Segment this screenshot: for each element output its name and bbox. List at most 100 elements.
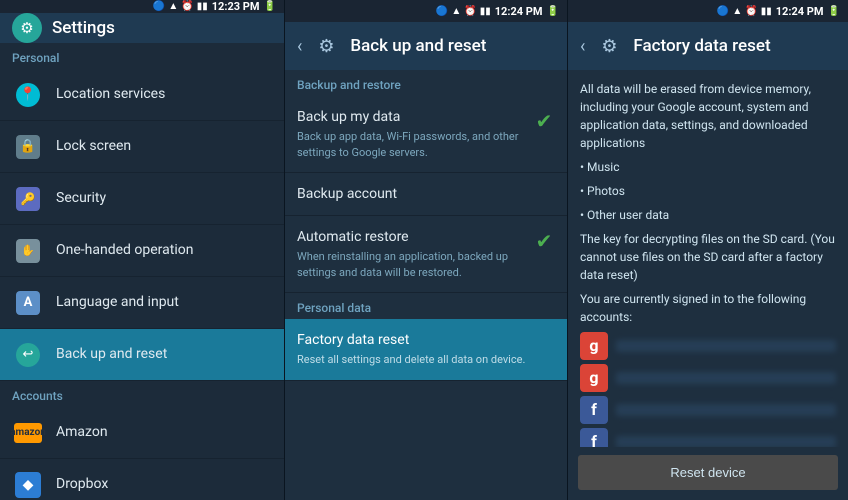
bt-icon-mid: 🔵 [436,6,448,17]
alarm-icon-mid: ⏰ [464,6,476,17]
settings-panel: 🔵 ▲ ⏰ ▮▮ 12:23 PM 🔋 ⚙ Settings Personal … [0,0,284,500]
language-icon-wrap: A [12,287,44,319]
amazon-item-text: Amazon [56,423,272,441]
security-icon: 🔑 [16,187,40,211]
dropbox-item-title: Dropbox [56,475,272,493]
security-item-title: Security [56,189,272,207]
factory-reset-item[interactable]: Factory data reset Reset all settings an… [285,319,567,381]
wifi-icon-right: ▲ [732,6,742,17]
battery-icon-left: 🔋 [264,1,276,12]
location-icon: 📍 [16,83,40,107]
lock-item-title: Lock screen [56,137,272,155]
sidebar-item-security[interactable]: 🔑 Security [0,173,284,225]
bt-icon: 🔵 [153,1,165,12]
factory-reset-text: Factory data reset Reset all settings an… [297,331,555,368]
dropbox-item-text: Dropbox [56,475,272,493]
auto-restore-checkbox[interactable]: ✔ [533,230,555,252]
gear-icon-right: ⚙ [595,32,623,60]
account-email-0 [616,340,836,352]
bt-icon-right: 🔵 [717,6,729,17]
facebook-account-icon-0: f [580,396,608,424]
status-icons-mid: 🔵 ▲ ⏰ ▮▮ [436,6,491,17]
google-account-icon-1: g [580,364,608,392]
sd-card-text: The key for decrypting files on the SD c… [580,230,836,284]
signal-icon-mid: ▮▮ [480,6,491,17]
signal-icon-right: ▮▮ [761,6,772,17]
accounts-intro-text: You are currently signed in to the follo… [580,290,836,326]
account-email-3 [616,436,836,447]
account-row-3: f [580,428,836,447]
backup-account-title: Backup account [297,185,555,203]
backup-my-data-text: Back up my data Back up app data, Wi-Fi … [297,108,523,160]
onehanded-item-title: One-handed operation [56,241,272,259]
auto-restore-subtitle: When reinstalling an application, backed… [297,249,523,280]
language-item-title: Language and input [56,293,272,311]
gear-icon-mid: ⚙ [312,32,340,60]
backup-item-text: Back up and reset [56,345,272,363]
auto-restore-title: Automatic restore [297,228,523,246]
wifi-icon-mid: ▲ [451,6,461,17]
factory-reset-panel: 🔵 ▲ ⏰ ▮▮ 12:24 PM 🔋 ‹ ⚙ Factory data res… [567,0,848,500]
status-time-right: 12:24 PM [776,5,824,18]
account-row-0: g [580,332,836,360]
factory-reset-subtitle: Reset all settings and delete all data o… [297,352,555,367]
personal-section-label: Personal [0,43,284,69]
sidebar-item-location[interactable]: 📍 Location services [0,69,284,121]
battery-icon-mid: 🔋 [547,6,559,17]
status-time-left: 12:23 PM [212,0,260,13]
sidebar-item-amazon[interactable]: amazon Amazon [0,407,284,459]
location-icon-wrap: 📍 [12,79,44,111]
sidebar-item-backup[interactable]: ↩ Back up and reset [0,329,284,381]
onehanded-item-text: One-handed operation [56,241,272,259]
sidebar-item-onehanded[interactable]: ✋ One-handed operation [0,225,284,277]
lock-item-text: Lock screen [56,137,272,155]
factory-reset-title-header: Factory data reset [633,36,770,56]
factory-reset-title: Factory data reset [297,331,555,349]
factory-reset-header: ‹ ⚙ Factory data reset [568,22,848,70]
checkbox-checked-icon: ✔ [536,109,553,133]
sidebar-item-language[interactable]: A Language and input [0,277,284,329]
amazon-icon-wrap: amazon [12,417,44,449]
backup-account-text: Backup account [297,185,555,203]
auto-restore-text: Automatic restore When reinstalling an a… [297,228,523,280]
sidebar-item-dropbox[interactable]: ◆ Dropbox [0,459,284,500]
data-item-other: • Other user data [580,206,836,224]
backup-icon-wrap: ↩ [12,339,44,371]
backup-my-data-item[interactable]: Back up my data Back up app data, Wi-Fi … [285,96,567,173]
auto-restore-item[interactable]: Automatic restore When reinstalling an a… [285,216,567,293]
backup-item-title: Back up and reset [56,345,272,363]
backup-icon: ↩ [16,343,40,367]
status-icons-left: 🔵 ▲ ⏰ ▮▮ [153,1,208,12]
battery-icon-right: 🔋 [828,6,840,17]
account-row-1: g [580,364,836,392]
status-time-mid: 12:24 PM [495,5,543,18]
settings-header: ⚙ Settings [0,13,284,43]
location-item-title: Location services [56,85,272,103]
settings-icon: ⚙ [12,13,42,43]
data-item-music: • Music [580,158,836,176]
wifi-icon: ▲ [168,1,178,12]
sidebar-item-lock[interactable]: 🔒 Lock screen [0,121,284,173]
account-email-1 [616,372,836,384]
auto-restore-checked-icon: ✔ [536,229,553,253]
backup-account-item[interactable]: Backup account [285,173,567,216]
alarm-icon-right: ⏰ [745,6,757,17]
back-button-right[interactable]: ‹ [580,36,585,57]
amazon-icon: amazon [14,423,42,443]
backup-my-data-title: Back up my data [297,108,523,126]
language-item-text: Language and input [56,293,272,311]
security-item-text: Security [56,189,272,207]
account-email-2 [616,404,836,416]
back-button-mid[interactable]: ‹ [297,36,302,57]
onehanded-icon-wrap: ✋ [12,235,44,267]
backup-data-checkbox[interactable]: ✔ [533,110,555,132]
amazon-item-title: Amazon [56,423,272,441]
gear-icon: ⚙ [20,19,33,37]
status-bar-right: 🔵 ▲ ⏰ ▮▮ 12:24 PM 🔋 [568,0,848,22]
lock-icon: 🔒 [16,135,40,159]
facebook-account-icon-1: f [580,428,608,447]
reset-device-button[interactable]: Reset device [578,455,838,490]
backup-restore-section-label: Backup and restore [285,70,567,96]
status-bar-left: 🔵 ▲ ⏰ ▮▮ 12:23 PM 🔋 [0,0,284,13]
backup-reset-panel: 🔵 ▲ ⏰ ▮▮ 12:24 PM 🔋 ‹ ⚙ Back up and rese… [284,0,567,500]
